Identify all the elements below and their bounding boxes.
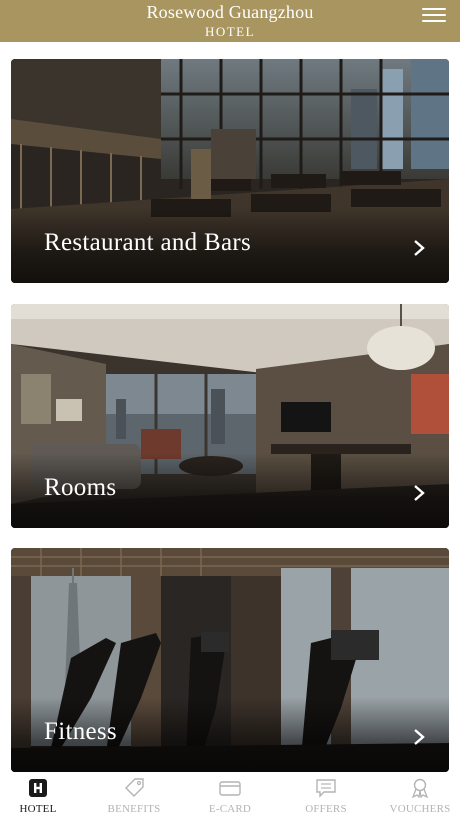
hotel-name: Rosewood Guangzhou bbox=[146, 2, 314, 22]
card-label: Fitness bbox=[44, 718, 117, 745]
hamburger-menu-icon[interactable] bbox=[422, 8, 446, 22]
tab-label: VOUCHERS bbox=[389, 803, 451, 815]
chevron-right-icon bbox=[414, 485, 425, 501]
card-restaurant-and-bars[interactable]: Restaurant and Bars bbox=[11, 59, 449, 283]
chevron-right-icon bbox=[414, 729, 425, 745]
tab-benefits[interactable]: BENEFITS bbox=[88, 772, 180, 818]
card-fitness[interactable]: Fitness bbox=[11, 548, 449, 772]
chevron-right-icon bbox=[414, 240, 425, 256]
tab-offers[interactable]: OFFERS bbox=[280, 772, 372, 818]
card-rooms[interactable]: Rooms bbox=[11, 304, 449, 528]
tag-icon bbox=[125, 778, 144, 797]
hotel-h-icon bbox=[29, 779, 47, 797]
tab-vouchers[interactable]: VOUCHERS bbox=[374, 772, 460, 818]
card-label: Restaurant and Bars bbox=[44, 229, 252, 256]
tab-label: E-CARD bbox=[208, 803, 252, 815]
tab-label: HOTEL bbox=[19, 803, 57, 815]
message-icon bbox=[316, 779, 336, 798]
tab-e-card[interactable]: E-CARD bbox=[184, 772, 276, 818]
bottom-tab-bar: HOTEL BENEFITS E-CARD OFFERS VOUCHERS bbox=[0, 772, 460, 818]
tab-hotel[interactable]: HOTEL bbox=[0, 772, 84, 818]
ribbon-icon bbox=[411, 778, 429, 798]
app-header: Rosewood Guangzhou HOTEL bbox=[0, 0, 460, 42]
tab-label: OFFERS bbox=[305, 803, 347, 815]
tab-label: BENEFITS bbox=[107, 803, 161, 815]
card-icon bbox=[219, 781, 241, 796]
header-subtitle: HOTEL bbox=[204, 24, 256, 39]
card-label: Rooms bbox=[44, 474, 117, 501]
